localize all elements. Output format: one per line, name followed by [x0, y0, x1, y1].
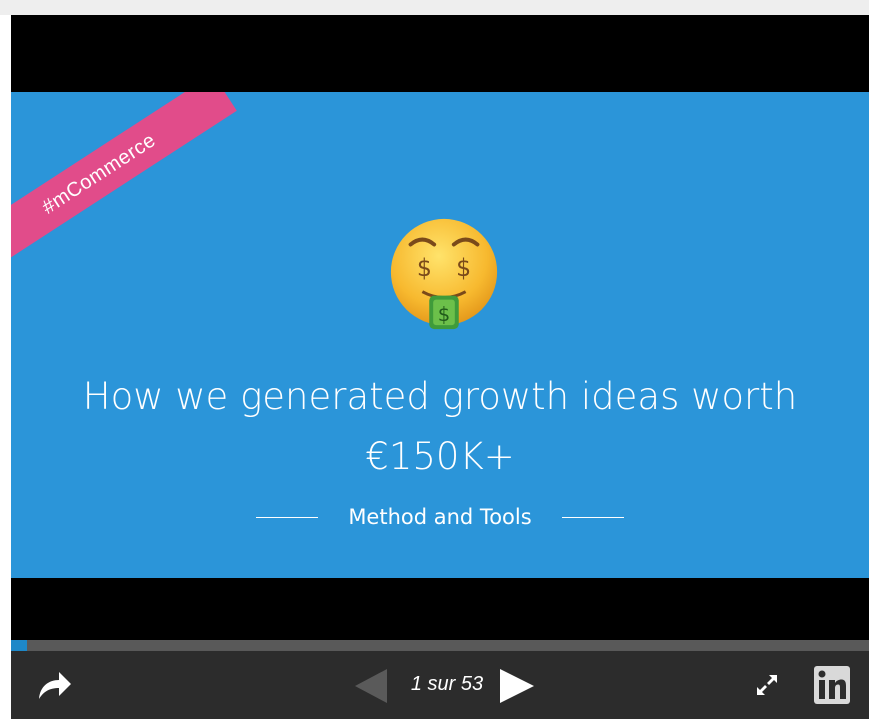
- slide-title: How we generated growth ideas worth €150…: [11, 367, 869, 487]
- triangle-left-icon[interactable]: [353, 667, 389, 705]
- slide-canvas[interactable]: #mCommerce $ $ $ How we generated growth…: [11, 92, 869, 578]
- slide-title-line2: €150K+: [365, 435, 515, 478]
- subtitle-row: Method and Tools: [11, 502, 869, 532]
- slide-subtitle: Method and Tools: [348, 505, 532, 529]
- subtitle-rule-right: [561, 516, 624, 518]
- letterbox-top: [11, 15, 869, 92]
- page-top-strip: [0, 0, 869, 15]
- progress-bar-fill: [11, 640, 28, 651]
- slideshow-player: #mCommerce $ $ $ How we generated growth…: [11, 15, 869, 719]
- linkedin-logo[interactable]: [814, 666, 850, 704]
- slide-title-line1: How we generated growth ideas worth: [82, 375, 798, 418]
- svg-text:$: $: [456, 254, 471, 282]
- tag-ribbon: #mCommerce: [11, 92, 237, 275]
- money-mouth-face-icon: $ $ $: [390, 218, 498, 330]
- expand-arrows-icon[interactable]: [755, 673, 779, 697]
- letterbox-bottom: [11, 578, 869, 640]
- subtitle-rule-left: [256, 516, 319, 518]
- svg-text:$: $: [438, 303, 451, 326]
- svg-text:$: $: [417, 254, 432, 282]
- slide-counter: 1 sur 53: [410, 673, 484, 695]
- triangle-right-icon[interactable]: [498, 667, 536, 705]
- progress-bar[interactable]: [11, 640, 869, 651]
- player-controls: 1 sur 53: [11, 651, 869, 719]
- share-arrow-icon[interactable]: [35, 669, 73, 703]
